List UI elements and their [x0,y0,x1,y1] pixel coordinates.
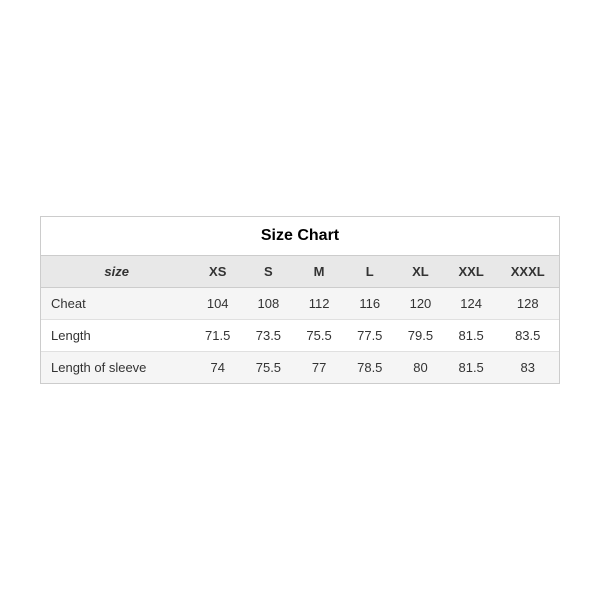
cell-0-4: 120 [395,288,446,320]
cell-1-1: 73.5 [243,320,294,352]
column-header-xxxl: XXXL [496,256,559,288]
cell-1-6: 83.5 [496,320,559,352]
cell-2-2: 77 [294,352,345,384]
cell-0-3: 116 [344,288,395,320]
cell-0-2: 112 [294,288,345,320]
cell-2-0: 74 [192,352,243,384]
cell-0-1: 108 [243,288,294,320]
size-chart-container: Size Chart sizeXSSMLXLXXLXXXL Cheat10410… [40,216,560,384]
cell-2-4: 80 [395,352,446,384]
cell-0-0: 104 [192,288,243,320]
column-header-xxl: XXL [446,256,497,288]
table-body: Cheat104108112116120124128Length71.573.5… [41,288,559,384]
column-header-xs: XS [192,256,243,288]
cell-2-5: 81.5 [446,352,497,384]
cell-0-5: 124 [446,288,497,320]
cell-2-3: 78.5 [344,352,395,384]
table-row: Length71.573.575.577.579.581.583.5 [41,320,559,352]
cell-1-2: 75.5 [294,320,345,352]
row-label-2: Length of sleeve [41,352,192,384]
column-header-l: L [344,256,395,288]
cell-1-5: 81.5 [446,320,497,352]
row-label-0: Cheat [41,288,192,320]
cell-1-4: 79.5 [395,320,446,352]
cell-1-0: 71.5 [192,320,243,352]
column-header-m: M [294,256,345,288]
column-header-xl: XL [395,256,446,288]
cell-0-6: 128 [496,288,559,320]
table-title: Size Chart [41,217,559,256]
size-chart-table: sizeXSSMLXLXXLXXXL Cheat1041081121161201… [41,256,559,383]
table-header-row: sizeXSSMLXLXXLXXXL [41,256,559,288]
cell-2-1: 75.5 [243,352,294,384]
cell-2-6: 83 [496,352,559,384]
column-header-s: S [243,256,294,288]
table-row: Length of sleeve7475.57778.58081.583 [41,352,559,384]
table-row: Cheat104108112116120124128 [41,288,559,320]
cell-1-3: 77.5 [344,320,395,352]
row-label-1: Length [41,320,192,352]
column-header-size: size [41,256,192,288]
